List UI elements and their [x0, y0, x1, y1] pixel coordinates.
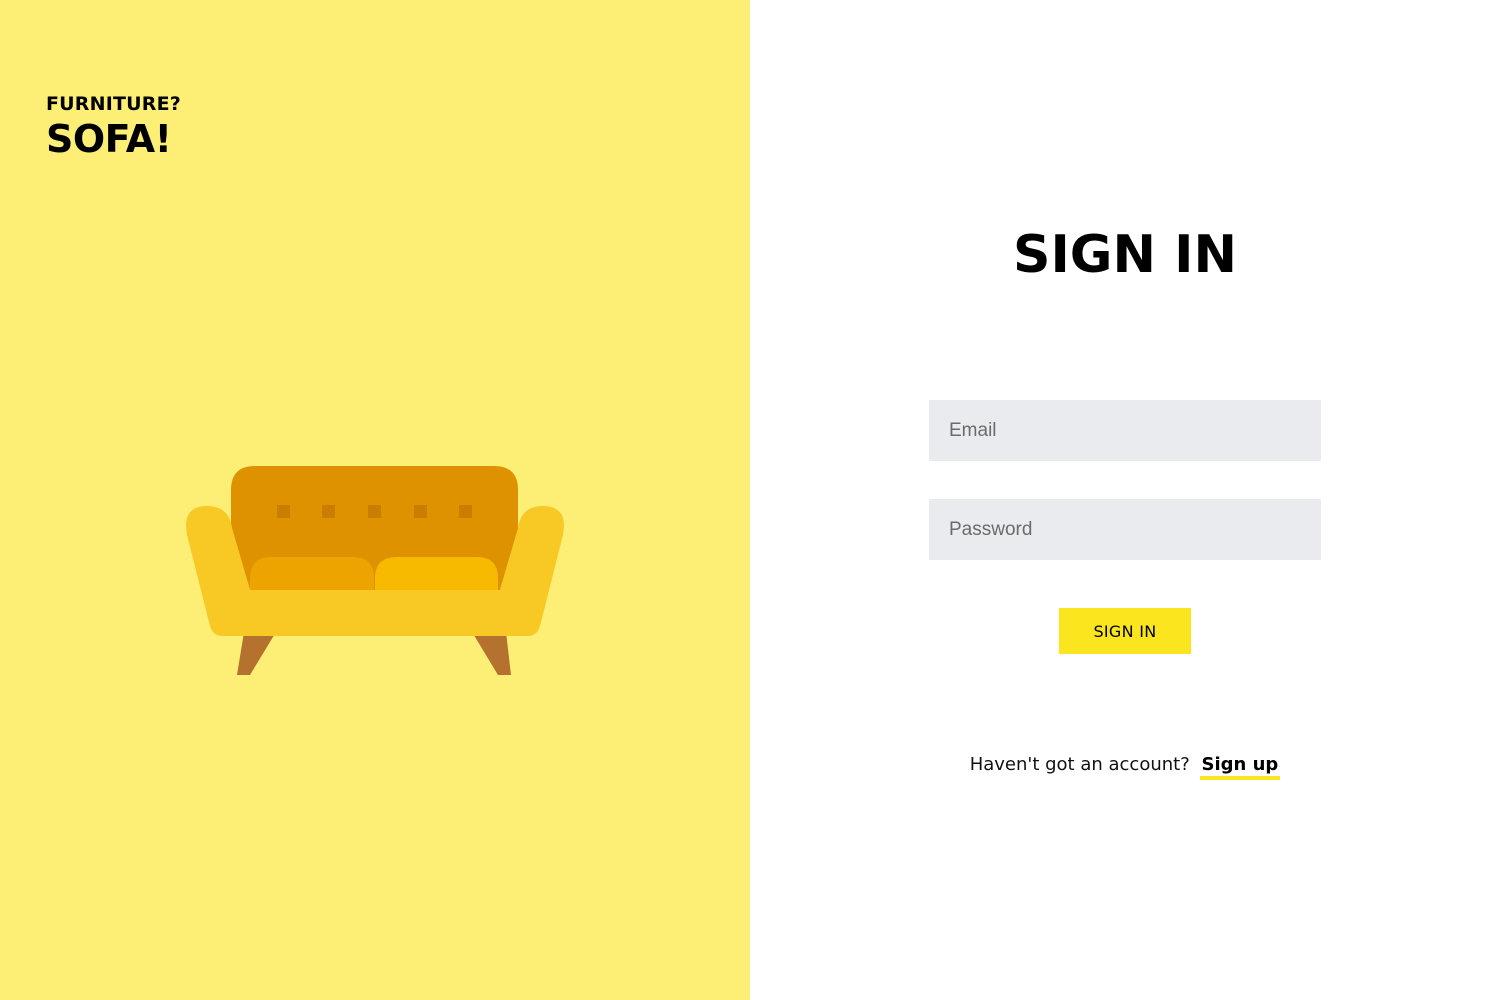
signin-button[interactable]: SIGN IN [1059, 608, 1191, 654]
brand-logo: FURNITURE? SOFA! [46, 92, 181, 162]
sofa-button [368, 505, 381, 518]
email-field[interactable] [929, 400, 1321, 461]
password-field[interactable] [929, 499, 1321, 560]
sofa-icon [186, 466, 564, 675]
signin-page: FURNITURE? SOFA! SIGN IN Email SIGN IN H… [0, 0, 1500, 1000]
sofa-leg-left [237, 632, 276, 675]
page-title: SIGN IN [1013, 225, 1237, 285]
left-brand-panel: FURNITURE? SOFA! [0, 0, 750, 1000]
sofa-button [459, 505, 472, 518]
sofa-leg-right [472, 632, 511, 675]
brand-name: SOFA! [46, 117, 172, 161]
signup-link[interactable]: Sign up [1199, 754, 1281, 780]
brand-tagline: FURNITURE? [46, 93, 182, 115]
sofa-seat [210, 590, 536, 636]
sofa-button [277, 505, 290, 518]
sofa-button [322, 505, 335, 518]
signup-prompt-text: Haven't got an account? [969, 754, 1190, 775]
sofa-button [414, 505, 427, 518]
signin-panel: SIGN IN SIGN IN Haven't got an account? … [750, 0, 1500, 1000]
signup-prompt-row: Haven't got an account? Sign up [750, 752, 1500, 780]
